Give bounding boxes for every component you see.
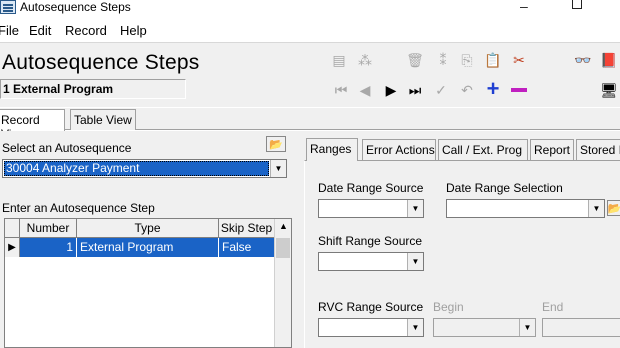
confirm-icon[interactable]: ✓ <box>432 81 450 99</box>
column-header-skip-step[interactable]: Skip Step <box>219 219 275 238</box>
autosequence-step-label: Enter an Autosequence Step <box>2 201 155 215</box>
chevron-down-icon[interactable]: ▼ <box>588 200 604 217</box>
begin-label: Begin <box>433 300 464 314</box>
clear-icon[interactable]: ✂ <box>510 51 528 69</box>
remove-icon[interactable] <box>510 81 528 99</box>
chevron-down-icon[interactable]: ▼ <box>270 160 286 177</box>
rvc-range-source-select[interactable]: ▼ <box>318 318 424 337</box>
last-record-icon[interactable]: ⏭ <box>406 81 424 99</box>
tab-table-view[interactable]: Table View <box>70 109 136 130</box>
rvc-range-source-value <box>320 320 406 335</box>
header-toolbar: Autosequence Steps 1 External Program ▤ … <box>0 42 620 107</box>
app-icon <box>0 0 16 14</box>
tab-ranges[interactable]: Ranges <box>306 138 358 161</box>
maximize-button[interactable] <box>572 0 582 9</box>
shift-range-source-label: Shift Range Source <box>318 234 423 248</box>
menu-file[interactable]: File <box>0 23 19 38</box>
paste-icon[interactable]: 📋 <box>484 51 502 69</box>
tab-record-view[interactable]: Record View <box>0 109 65 141</box>
cell-skip-step[interactable]: False <box>219 238 275 257</box>
row-indicator-header <box>5 219 20 238</box>
detail-tabs: Ranges Error Actions Call / Ext. Prog Re… <box>304 138 620 161</box>
undo-icon[interactable]: ↶ <box>458 81 476 99</box>
tab-error-actions[interactable]: Error Actions <box>362 139 436 160</box>
menu-help[interactable]: Help <box>120 23 147 38</box>
shift-range-source-select[interactable]: ▼ <box>318 252 424 271</box>
first-record-icon[interactable]: ⏮ <box>332 81 350 99</box>
right-panel: Ranges Error Actions Call / Ext. Prog Re… <box>296 131 620 348</box>
cell-type[interactable]: External Program <box>77 238 219 257</box>
copy-icon[interactable]: ⎘ <box>458 51 476 69</box>
search-icon[interactable]: 👓 <box>574 51 592 69</box>
tab-call-ext-prog[interactable]: Call / Ext. Prog <box>438 139 528 160</box>
date-range-selection-select[interactable]: ▼ <box>446 199 605 218</box>
select-autosequence-label: Select an Autosequence <box>2 141 132 155</box>
date-range-selection-value <box>448 201 587 216</box>
next-record-icon[interactable]: ▶ <box>382 81 400 99</box>
view-tabs: Record View Table View <box>0 108 620 141</box>
delete-icon[interactable]: 🗑 <box>406 51 424 69</box>
column-header-type[interactable]: Type <box>77 219 219 238</box>
previous-record-icon[interactable]: ◀ <box>356 81 374 99</box>
scrollbar-thumb[interactable] <box>276 238 290 258</box>
date-range-source-select[interactable]: ▼ <box>318 199 424 218</box>
autosequence-select-value: 30004 Analyzer Payment <box>4 161 269 176</box>
monitor-icon[interactable]: 🖥 <box>600 81 618 99</box>
chevron-down-icon[interactable]: ▼ <box>407 253 423 270</box>
shift-range-source-value <box>320 254 406 269</box>
rvc-begin-select[interactable]: ▼ <box>433 318 536 337</box>
ranges-tab-content: Date Range Source Date Range Selection ▼… <box>304 160 620 348</box>
date-range-source-label: Date Range Source <box>318 181 424 195</box>
chevron-down-icon[interactable]: ▼ <box>519 319 535 336</box>
column-header-number[interactable]: Number <box>20 219 77 238</box>
rvc-begin-value <box>435 320 518 335</box>
tab-report[interactable]: Report <box>530 139 574 160</box>
end-label: End <box>542 300 564 314</box>
autosequence-select[interactable]: 30004 Analyzer Payment ▼ <box>2 159 287 178</box>
date-range-source-value <box>320 201 406 216</box>
window-title: Autosequence Steps <box>20 0 131 14</box>
chevron-down-icon[interactable]: ▼ <box>407 200 423 217</box>
chevron-down-icon[interactable]: ▼ <box>407 319 423 336</box>
row-pointer-icon: ▶ <box>5 238 20 257</box>
folder-open-icon[interactable]: 📂 <box>607 200 620 216</box>
wand-icon[interactable]: ⁑ <box>434 51 452 69</box>
scroll-up-icon[interactable]: ▲ <box>279 221 288 231</box>
grid-header: Number Type Skip Step <box>5 219 275 238</box>
rvc-range-source-label: RVC Range Source <box>318 300 424 314</box>
add-icon[interactable]: + <box>484 76 502 101</box>
left-panel: Select an Autosequence 📂 30004 Analyzer … <box>0 131 296 348</box>
insert-icon[interactable]: ⁂ <box>356 51 374 69</box>
table-row[interactable]: ▶ 1 External Program False <box>5 238 275 257</box>
rvc-end-value <box>544 320 604 335</box>
date-range-selection-label: Date Range Selection <box>446 181 563 195</box>
title-bar: Autosequence Steps – <box>0 0 620 18</box>
page-title: Autosequence Steps <box>2 51 200 74</box>
current-record-label: 1 External Program <box>0 79 186 99</box>
minimize-button[interactable]: – <box>520 0 528 14</box>
steps-grid: Number Type Skip Step ▶ 1 External Progr… <box>4 218 292 348</box>
new-record-icon[interactable]: ▤ <box>330 51 348 69</box>
rvc-end-select[interactable] <box>542 318 620 337</box>
folder-open-icon[interactable]: 📂 <box>266 136 286 152</box>
book-icon[interactable]: 📕 <box>600 51 618 69</box>
grid-scrollbar[interactable]: ▲ <box>274 219 291 347</box>
cell-number[interactable]: 1 <box>20 238 77 257</box>
menu-record[interactable]: Record <box>65 23 107 38</box>
tab-stored-procedures[interactable]: Stored Pr <box>576 139 620 160</box>
menu-bar: File Edit Record Help <box>0 20 620 40</box>
menu-edit[interactable]: Edit <box>29 23 51 38</box>
